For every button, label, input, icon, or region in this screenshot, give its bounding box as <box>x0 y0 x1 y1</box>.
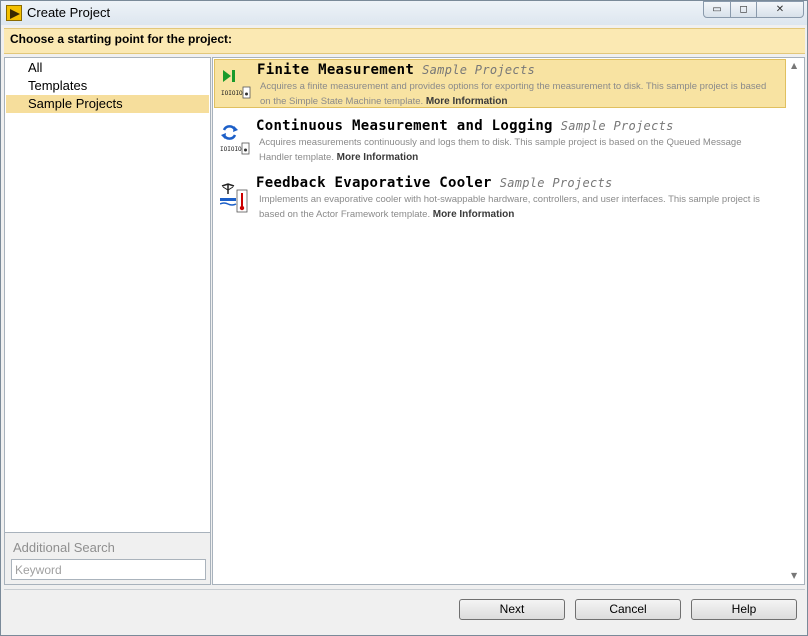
project-description: Implements an evaporative cooler with ho… <box>259 192 769 222</box>
maximize-button[interactable]: ◻ <box>730 1 757 18</box>
project-title-text: Continuous Measurement and Logging <box>256 118 553 134</box>
project-title: Finite Measurement Sample Projects <box>257 62 535 78</box>
minimize-button[interactable]: ▭ <box>703 1 731 18</box>
additional-search-panel: Additional Search <box>4 533 211 585</box>
title-bar: Create Project ▭ ◻ ✕ <box>1 1 807 25</box>
window-title: Create Project <box>27 5 111 20</box>
cooler-thermometer-icon <box>219 181 250 213</box>
instruction-banner: Choose a starting point for the project: <box>4 28 805 54</box>
help-button[interactable]: Help <box>691 599 797 620</box>
scroll-up-arrow-icon[interactable]: ▲ <box>791 61 797 70</box>
project-item-finite-measurement[interactable]: IOIOIO Finite Measurement Sample Projects… <box>214 59 786 108</box>
project-list: IOIOIO Finite Measurement Sample Projects… <box>212 57 805 585</box>
instruction-text: Choose a starting point for the project: <box>10 32 233 46</box>
project-title: Feedback Evaporative Cooler Sample Projec… <box>256 175 613 191</box>
labview-app-icon <box>6 5 22 21</box>
project-description: Acquires measurements continuously and l… <box>259 135 769 165</box>
refresh-io-icon: IOIOIO <box>220 124 250 156</box>
project-description-text: Acquires measurements continuously and l… <box>259 137 742 163</box>
cancel-button[interactable]: Cancel <box>575 599 681 620</box>
project-title: Continuous Measurement and Logging Sample… <box>256 118 674 134</box>
project-tag: Sample Projects <box>560 119 674 133</box>
dialog-button-bar: Next Cancel Help <box>4 589 805 633</box>
project-item-continuous-measurement[interactable]: IOIOIO Continuous Measurement and Loggin… <box>214 116 786 165</box>
category-sample-projects[interactable]: Sample Projects <box>6 95 209 113</box>
project-item-feedback-evaporative-cooler[interactable]: Feedback Evaporative Cooler Sample Projec… <box>214 173 786 222</box>
project-list-scrollbar[interactable]: ▲ ▼ <box>787 58 804 584</box>
category-templates[interactable]: Templates <box>6 77 209 95</box>
category-list: All Templates Sample Projects <box>4 57 211 533</box>
next-button[interactable]: Next <box>459 599 565 620</box>
project-tag: Sample Projects <box>422 63 535 77</box>
close-button[interactable]: ✕ <box>756 1 804 18</box>
additional-search-label: Additional Search <box>13 540 115 555</box>
svg-text:IOIOIO: IOIOIO <box>220 146 242 153</box>
project-description: Acquires a finite measurement and provid… <box>260 79 770 109</box>
create-project-dialog: Create Project ▭ ◻ ✕ Choose a starting p… <box>0 0 808 636</box>
scroll-down-arrow-icon[interactable]: ▼ <box>791 571 797 580</box>
project-description-text: Acquires a finite measurement and provid… <box>260 81 767 107</box>
keyword-search-input[interactable] <box>11 559 206 580</box>
more-information-link[interactable]: More Information <box>426 96 508 107</box>
svg-text:IOIOIO: IOIOIO <box>221 90 243 97</box>
category-all[interactable]: All <box>6 59 209 77</box>
project-title-text: Feedback Evaporative Cooler <box>256 175 492 191</box>
project-tag: Sample Projects <box>499 176 613 190</box>
more-information-link[interactable]: More Information <box>433 209 515 220</box>
play-stop-io-icon: IOIOIO <box>221 68 251 100</box>
more-information-link[interactable]: More Information <box>337 152 419 163</box>
project-title-text: Finite Measurement <box>257 62 415 78</box>
